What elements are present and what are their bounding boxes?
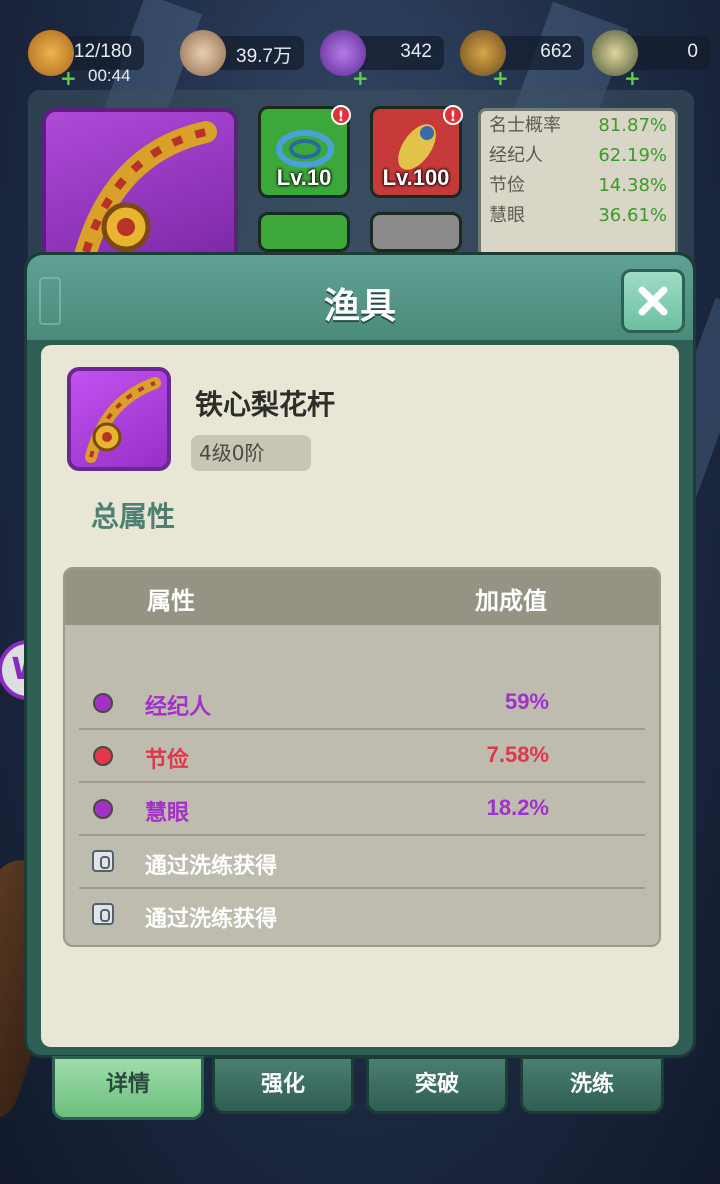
gear-detail-modal: 渔具 铁心梨花杆 4级0阶 总属性 属性 加成值 经纪人 59% 节俭 7.58… (24, 252, 696, 1058)
resource-bar: 12/180 + 00:44 39.7万 342 + 662 + 0 + (0, 28, 720, 90)
equipment-stats-box: 名士概率 81.87% 经纪人 62.19% 节俭 14.38% 慧眼 36.61% (478, 108, 678, 258)
item-level-badge: 4级0阶 (191, 435, 311, 471)
attribute-dot-icon (93, 693, 113, 713)
stat-row: 慧眼 36.61% (489, 205, 667, 226)
attribute-row: 节俭 7.58% (79, 730, 645, 783)
attribute-table: 属性 加成值 经纪人 59% 节俭 7.58% 慧眼 18.2% 通过洗练获得 (63, 567, 661, 947)
modal-title: 渔具 (323, 286, 396, 327)
alert-badge: ! (443, 105, 463, 125)
locked-attribute-row: 通过洗练获得 (79, 889, 645, 942)
modal-tabs: 详情 强化 突破 洗练 (50, 1056, 670, 1120)
attribute-value: 7.58% (486, 742, 549, 767)
attribute-name: 节俭 (145, 748, 190, 773)
tridents-value: 0 (687, 41, 698, 62)
energy-timer: 00:44 (88, 66, 131, 85)
gems-counter[interactable]: 342 + (320, 30, 444, 90)
coin-icon (180, 30, 226, 76)
alert-badge: ! (331, 105, 351, 125)
line-slot[interactable]: Lv.10 ! (258, 105, 351, 198)
attribute-dot-icon (93, 746, 113, 766)
bait-slot[interactable]: Lv.100 ! (370, 105, 463, 198)
attribute-row: 慧眼 18.2% (79, 783, 645, 836)
lock-icon (92, 850, 114, 872)
rod-slot[interactable] (42, 108, 238, 268)
energy-value: 12/180 (73, 41, 132, 62)
attribute-table-header: 属性 加成值 (65, 569, 659, 625)
coins-value: 39.7万 (236, 46, 292, 67)
item-name: 铁心梨花杆 (195, 388, 336, 421)
stat-row: 经纪人 62.19% (489, 145, 667, 166)
fishing-rod-icon (75, 121, 217, 263)
gems-value: 342 (400, 41, 432, 62)
fishing-rod-icon (85, 377, 161, 463)
close-icon (638, 286, 668, 316)
tab-breakthrough[interactable]: 突破 (366, 1056, 508, 1114)
locked-attribute-text: 通过洗练获得 (145, 854, 278, 879)
add-tridents-icon[interactable]: + (624, 66, 641, 90)
locked-attribute-row: 通过洗练获得 (79, 836, 645, 889)
empty-slot[interactable] (370, 212, 462, 252)
attribute-column-header: 属性 (147, 587, 195, 615)
stat-row: 名士概率 81.87% (489, 115, 667, 136)
attribute-dot-icon (93, 799, 113, 819)
tridents-counter[interactable]: 0 + (592, 30, 710, 90)
attribute-value: 59% (504, 689, 549, 714)
hook-slot[interactable] (258, 212, 350, 252)
coins-counter[interactable]: 39.7万 (180, 30, 304, 76)
slot-level-label: Lv.10 (276, 165, 332, 190)
tab-details[interactable]: 详情 (52, 1056, 204, 1120)
modal-body: 铁心梨花杆 4级0阶 总属性 属性 加成值 经纪人 59% 节俭 7.58% 慧… (41, 345, 679, 1047)
bonus-column-header: 加成值 (475, 587, 547, 615)
close-button[interactable] (621, 269, 685, 333)
stat-row: 节俭 14.38% (489, 175, 667, 196)
attribute-name: 经纪人 (145, 695, 212, 720)
modal-header: 渔具 (27, 255, 693, 343)
attribute-row: 经纪人 59% (79, 677, 645, 730)
section-title: 总属性 (91, 500, 176, 533)
chests-counter[interactable]: 662 + (460, 30, 584, 90)
attribute-value: 18.2% (486, 795, 549, 820)
energy-counter[interactable]: 12/180 + (28, 30, 144, 90)
chests-value: 662 (540, 41, 572, 62)
item-icon (67, 367, 171, 471)
tab-enhance[interactable]: 强化 (212, 1056, 354, 1114)
attribute-name: 慧眼 (145, 801, 190, 826)
tab-refine[interactable]: 洗练 (520, 1056, 664, 1114)
add-chests-icon[interactable]: + (492, 66, 509, 90)
add-gems-icon[interactable]: + (352, 66, 369, 90)
lock-icon (92, 903, 114, 925)
locked-attribute-text: 通过洗练获得 (145, 907, 278, 932)
slot-level-label: Lv.100 (382, 165, 450, 190)
add-energy-icon[interactable]: + (60, 66, 77, 90)
